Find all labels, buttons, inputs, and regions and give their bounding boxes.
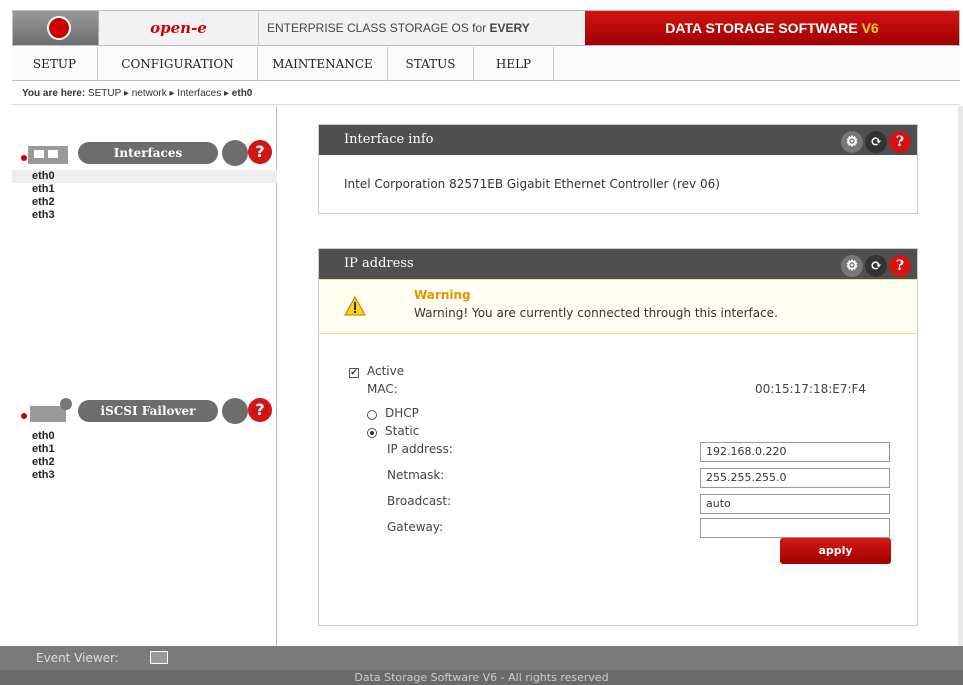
failover-item-eth3[interactable]: eth3: [12, 469, 277, 482]
help-icon[interactable]: ?: [248, 398, 272, 422]
main-content: Interface info ⚙ ⟳? Intel Corporation 825…: [278, 106, 958, 646]
breadcrumb-network[interactable]: network: [132, 88, 167, 99]
warning-text: Warning! You are currently connected thr…: [414, 306, 778, 320]
broadcast-label: Broadcast:: [387, 494, 452, 508]
active-checkbox[interactable]: ✔: [349, 368, 359, 378]
tree-item-label: eth3: [32, 209, 55, 221]
interface-info-box: Interface info ⚙ ⟳? Intel Corporation 825…: [318, 124, 918, 214]
dhcp-label: DHCP: [385, 406, 419, 420]
tagline: ENTERPRISE CLASS STORAGE OS for EVERY BU…: [263, 11, 585, 69]
tree-item-eth3[interactable]: eth3: [12, 209, 277, 222]
event-viewer-label: Event Viewer:: [36, 651, 119, 665]
failover-item-eth0[interactable]: eth0: [12, 430, 277, 443]
breadcrumb-current: eth0: [231, 88, 253, 99]
ip-address-title: IP address: [344, 256, 414, 271]
event-viewer-bar: Event Viewer:: [0, 646, 963, 670]
product-title: DATA STORAGE SOFTWARE V6: [585, 11, 959, 45]
network-card-icon: [21, 146, 68, 164]
product-version: V6: [861, 20, 879, 36]
breadcrumb-setup[interactable]: SETUP: [88, 88, 121, 99]
breadcrumb-interfaces[interactable]: Interfaces: [177, 88, 221, 99]
tagline-prefix: ENTERPRISE CLASS STORAGE OS for: [267, 21, 490, 35]
box-icons: ⚙ ⟳?: [839, 128, 911, 153]
tree-item-eth2[interactable]: eth2: [12, 196, 277, 209]
ip-address-header: IP address ⚙ ⟳?: [319, 249, 917, 279]
home-logo[interactable]: [13, 11, 99, 45]
brand-logo: open-e: [99, 11, 259, 45]
tree-item-label: eth1: [32, 443, 55, 455]
wrench-logo-icon: [47, 16, 71, 40]
refresh-icon[interactable]: ⟳: [865, 255, 887, 277]
main-menu: SETUP CONFIGURATION MAINTENANCE STATUS H…: [12, 47, 960, 81]
help-icon[interactable]: ?: [248, 140, 272, 164]
ip-input[interactable]: 192.168.0.220: [700, 442, 890, 462]
netmask-input[interactable]: 255.255.255.0: [700, 468, 890, 488]
warning-banner: Warning Warning! You are currently conne…: [319, 279, 917, 334]
static-radio[interactable]: [367, 428, 377, 438]
static-label: Static: [385, 424, 420, 438]
tree-item-label: eth3: [32, 469, 55, 481]
interface-description: Intel Corporation 82571EB Gigabit Ethern…: [344, 177, 720, 191]
interfaces-section-header: Interfaces ?: [12, 132, 277, 168]
help-icon[interactable]: ?: [889, 255, 911, 277]
dhcp-radio[interactable]: [367, 410, 377, 420]
settings-icon[interactable]: ⚙: [841, 255, 863, 277]
failover-tab[interactable]: iSCSI Failover: [78, 400, 218, 422]
failover-tree: eth0 eth1 eth2 eth3: [12, 430, 277, 482]
sidebar: Interfaces ? eth0 eth1 eth2 eth3 iSCSI F…: [12, 106, 277, 646]
tree-item-label: eth0: [32, 430, 55, 442]
tree-item-eth0[interactable]: eth0: [12, 170, 277, 183]
failover-section-header: iSCSI Failover ?: [12, 390, 277, 426]
gateway-input[interactable]: [700, 518, 890, 538]
wrench-icon[interactable]: [222, 398, 248, 424]
product-name: DATA STORAGE SOFTWARE: [665, 20, 862, 36]
tree-item-eth1[interactable]: eth1: [12, 183, 277, 196]
tree-item-label: eth2: [32, 456, 55, 468]
interface-info-header: Interface info ⚙ ⟳?: [319, 125, 917, 155]
box-icons: ⚙ ⟳?: [839, 252, 911, 277]
failover-item-eth1[interactable]: eth1: [12, 443, 277, 456]
gateway-label: Gateway:: [387, 520, 444, 534]
footer: Data Storage Software V6 - All rights re…: [0, 670, 963, 685]
refresh-icon[interactable]: ⟳: [865, 131, 887, 153]
menu-configuration[interactable]: CONFIGURATION: [98, 47, 258, 81]
breadcrumb-prefix: You are here:: [22, 88, 86, 99]
tree-item-label: eth2: [32, 196, 55, 208]
active-label: Active: [367, 364, 405, 378]
interfaces-tab[interactable]: Interfaces: [78, 142, 218, 164]
mac-value: 00:15:17:18:E7:F4: [755, 382, 867, 396]
interfaces-tree: eth0 eth1 eth2 eth3: [12, 170, 277, 222]
tree-item-label: eth1: [32, 183, 55, 195]
menu-status[interactable]: STATUS: [388, 47, 474, 81]
mac-label: MAC:: [367, 382, 398, 396]
broadcast-input[interactable]: auto: [700, 494, 890, 514]
envelope-icon[interactable]: [150, 651, 168, 664]
ip-label: IP address:: [387, 442, 453, 456]
ip-address-box: IP address ⚙ ⟳? Warning Warning! You are …: [318, 248, 918, 626]
interface-info-title: Interface info: [344, 132, 434, 147]
wrench-icon[interactable]: [222, 140, 248, 166]
menu-help[interactable]: HELP: [474, 47, 554, 81]
failover-icon: [21, 398, 72, 422]
failover-item-eth2[interactable]: eth2: [12, 456, 277, 469]
warning-title: Warning: [414, 288, 471, 302]
warning-icon: [344, 296, 366, 316]
menu-maintenance[interactable]: MAINTENANCE: [258, 47, 388, 81]
netmask-label: Netmask:: [387, 468, 445, 482]
help-icon[interactable]: ?: [889, 131, 911, 153]
tree-item-label: eth0: [32, 170, 55, 182]
settings-icon[interactable]: ⚙: [841, 131, 863, 153]
top-banner: open-e ENTERPRISE CLASS STORAGE OS for E…: [12, 10, 960, 69]
menu-setup[interactable]: SETUP: [12, 47, 98, 81]
apply-button[interactable]: apply: [780, 538, 891, 564]
breadcrumb: You are here: SETUP ▸ network ▸ Interfac…: [12, 83, 960, 105]
ip-form: ✔ Active MAC: 00:15:17:18:E7:F4 DHCP Sta…: [319, 334, 917, 564]
scrollbar[interactable]: [958, 106, 963, 646]
